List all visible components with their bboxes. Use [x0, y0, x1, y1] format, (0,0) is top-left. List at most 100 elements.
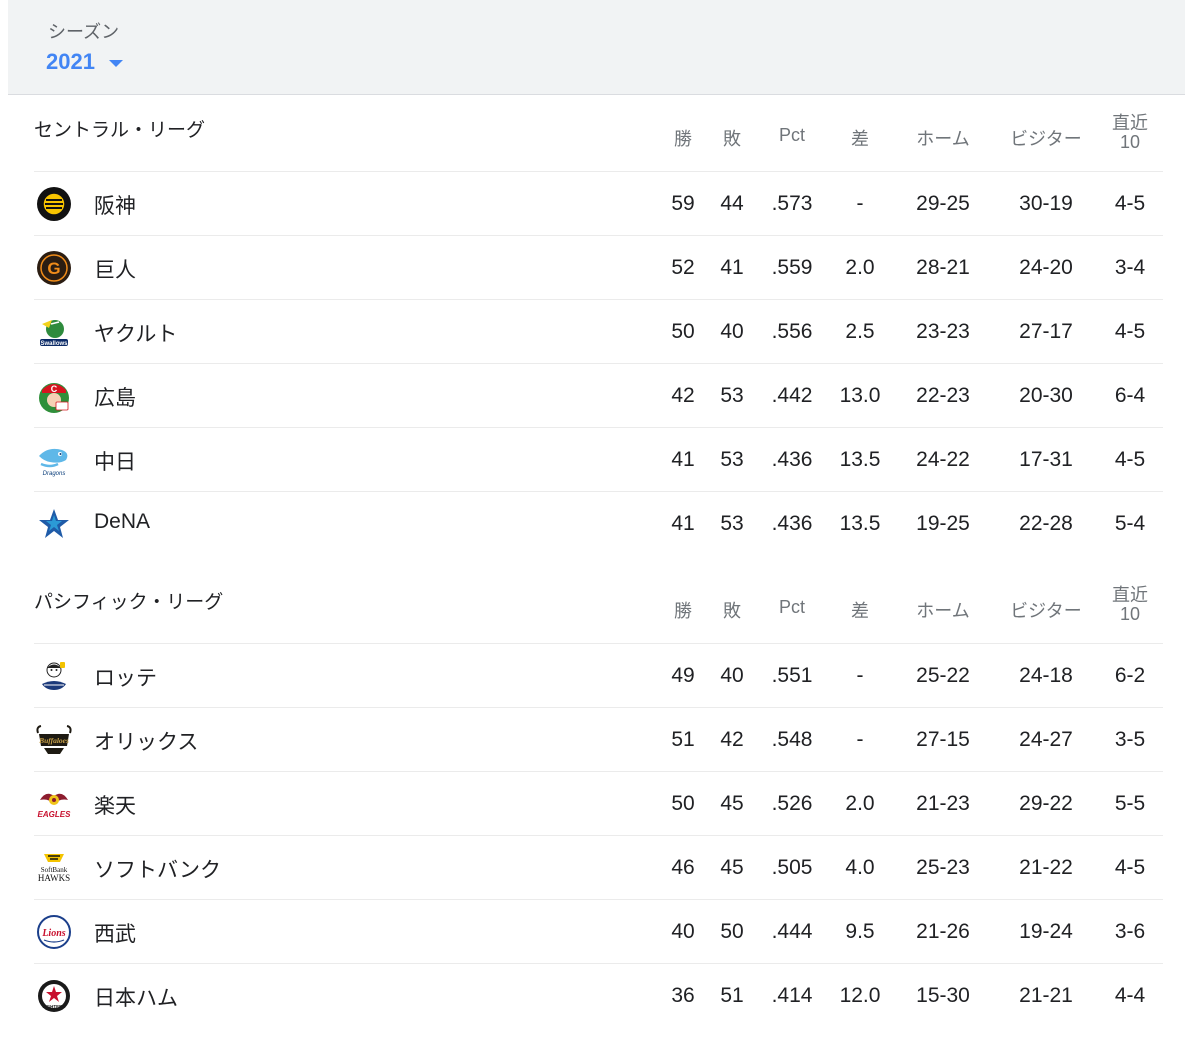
games-behind: -: [856, 664, 864, 687]
lions-logo-icon: Lions: [37, 915, 71, 949]
games-behind: 13.5: [839, 448, 881, 471]
col-home: ホーム: [916, 129, 970, 150]
col-games-behind: 差: [851, 601, 869, 622]
col-visitor: ビジター: [1010, 601, 1082, 622]
home-record: 19-25: [916, 512, 970, 535]
baystars-logo-icon: [39, 509, 69, 538]
dragons-logo-text: Dragons: [43, 471, 66, 477]
team-row[interactable]: EAGLES 楽天 50 45 .526 2.0 21-23 29-22 5-5: [34, 771, 1163, 835]
team-row[interactable]: SoftBank HAWKS ソフトバンク 46 45 .505 4.0 25-…: [34, 835, 1163, 899]
home-record: 24-22: [916, 448, 970, 471]
team-name[interactable]: 阪神: [94, 190, 136, 220]
eagles-logo-icon: EAGLES: [38, 793, 72, 819]
last10-record: 4-5: [1114, 448, 1146, 471]
last10-record: 4-5: [1114, 320, 1146, 343]
away-record: 24-27: [1019, 728, 1073, 751]
home-record: 29-25: [916, 192, 970, 215]
team-row[interactable]: DeNA 41 53 .436 13.5 19-25 22-28 5-4: [34, 491, 1163, 555]
team-name[interactable]: ソフトバンク: [94, 854, 221, 884]
team-name[interactable]: オリックス: [94, 726, 198, 756]
col-last10-line2: 10: [1119, 132, 1141, 152]
team-name[interactable]: 広島: [94, 382, 136, 412]
team-name[interactable]: 中日: [94, 446, 136, 476]
last10-record: 4-5: [1114, 856, 1146, 879]
last10-record: 3-5: [1114, 728, 1146, 751]
team-name[interactable]: 日本ハム: [94, 982, 178, 1012]
team-row[interactable]: G 巨人 52 41 .559 2.0 28-21 24-20 3-4: [34, 235, 1163, 299]
home-record: 21-23: [916, 792, 970, 815]
col-last10: 直近 10: [1085, 114, 1175, 152]
team-name[interactable]: 巨人: [94, 254, 136, 284]
hawks-logo-text-2: HAWKS: [38, 873, 70, 883]
team-row[interactable]: Buffaloes オリックス 51 42 .548 - 27-15 24-27…: [34, 707, 1163, 771]
team-row[interactable]: 阪神 59 44 .573 - 29-25 30-19 4-5: [34, 171, 1163, 235]
last10-record: 4-5: [1114, 192, 1146, 215]
games-behind: 2.5: [845, 320, 875, 343]
season-label: シーズン: [48, 22, 120, 43]
last10-record: 6-4: [1114, 384, 1146, 407]
team-name[interactable]: ヤクルト: [94, 318, 177, 348]
pacific-league-header: パシフィック・リーグ 勝 敗 Pct 差 ホーム ビジター 直近 10: [0, 567, 1200, 643]
home-record: 25-22: [916, 664, 970, 687]
last10-record: 3-4: [1114, 256, 1146, 279]
away-record: 27-17: [1019, 320, 1073, 343]
team-row[interactable]: Dragons 中日 41 53 .436 13.5 24-22 17-31 4…: [34, 427, 1163, 491]
fighters-logo-icon: FIGHTERS: [38, 980, 70, 1012]
last10-record: 3-6: [1114, 920, 1146, 943]
games-behind: 2.0: [845, 256, 875, 279]
home-record: 28-21: [916, 256, 970, 279]
team-name[interactable]: DeNA: [94, 510, 150, 534]
giants-logo-letter: G: [47, 259, 60, 278]
team-row[interactable]: Swallows ヤクルト 50 40 .556 2.5 23-23 27-17…: [34, 299, 1163, 363]
team-name[interactable]: 楽天: [94, 790, 136, 820]
last10-record: 5-4: [1114, 512, 1146, 535]
league-title: セントラル・リーグ: [34, 119, 206, 141]
buffaloes-logo-icon: Buffaloes: [36, 725, 72, 754]
col-visitor: ビジター: [1010, 129, 1082, 150]
eagles-logo-text: EAGLES: [38, 810, 72, 819]
home-record: 25-23: [916, 856, 970, 879]
team-name[interactable]: 西武: [94, 918, 136, 948]
team-row[interactable]: C 広島 42 53 .442 13.0 22-23 20-30 6-4: [34, 363, 1163, 427]
games-behind: -: [856, 728, 864, 751]
team-row[interactable]: FIGHTERS 日本ハム 36 51 .414 12.0 15-30 21-2…: [34, 963, 1163, 1027]
caret-down-icon[interactable]: [108, 59, 123, 67]
col-last10: 直近 10: [1085, 586, 1175, 624]
carp-logo-letter: C: [51, 384, 58, 394]
col-last10-line1: 直近: [1112, 585, 1148, 606]
away-record: 17-31: [1019, 448, 1073, 471]
col-games-behind: 差: [851, 129, 869, 150]
team-row[interactable]: ロッテ 49 40 .551 - 25-22 24-18 6-2: [34, 643, 1163, 707]
games-behind: 12.0: [839, 984, 881, 1007]
last10-record: 4-4: [1114, 984, 1146, 1007]
home-record: 15-30: [916, 984, 970, 1007]
buffaloes-logo-text: Buffaloes: [38, 736, 69, 745]
carp-logo-icon: C: [39, 383, 69, 413]
away-record: 22-28: [1019, 512, 1073, 535]
season-header: シーズン 2021: [8, 0, 1185, 95]
away-record: 29-22: [1019, 792, 1073, 815]
games-behind: 9.5: [845, 920, 875, 943]
away-record: 20-30: [1019, 384, 1073, 407]
season-value[interactable]: 2021: [46, 49, 95, 75]
fighters-logo-text: FIGHTERS: [43, 1004, 66, 1009]
col-last10-line1: 直近: [1112, 113, 1148, 134]
away-record: 21-21: [1019, 984, 1073, 1007]
away-record: 30-19: [1019, 192, 1073, 215]
away-record: 24-20: [1019, 256, 1073, 279]
home-record: 27-15: [916, 728, 970, 751]
central-league-header: セントラル・リーグ 勝 敗 Pct 差 ホーム ビジター 直近 10: [0, 95, 1200, 171]
lions-logo-text: Lions: [41, 928, 65, 939]
team-row[interactable]: Lions 西武 40 50 .444 9.5 21-26 19-24 3-6: [34, 899, 1163, 963]
giants-logo-icon: G: [37, 251, 71, 285]
away-record: 21-22: [1019, 856, 1073, 879]
marines-logo-icon: [42, 662, 66, 690]
hawks-logo-icon: SoftBank HAWKS: [38, 854, 70, 883]
last10-record: 6-2: [1114, 664, 1146, 687]
games-behind: 2.0: [845, 792, 875, 815]
team-name[interactable]: ロッテ: [94, 662, 157, 692]
season-dropdown[interactable]: 2021: [46, 49, 123, 75]
swallows-logo-icon: Swallows: [40, 320, 68, 347]
col-last10-line2: 10: [1119, 604, 1141, 624]
games-behind: -: [856, 192, 864, 215]
